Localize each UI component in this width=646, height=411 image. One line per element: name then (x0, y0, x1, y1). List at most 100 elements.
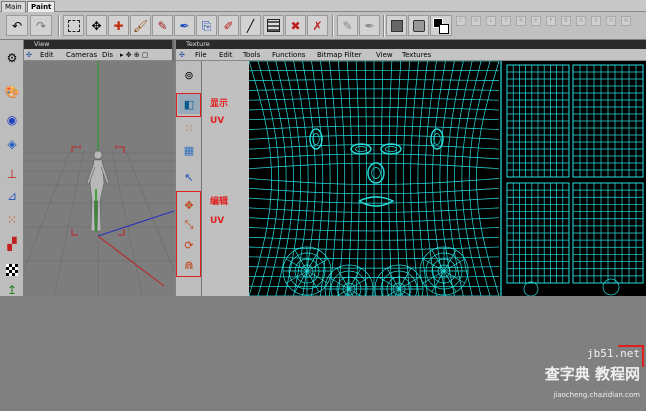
fill-icon (390, 19, 403, 32)
edit-uv-label: 编辑 (210, 197, 229, 207)
material-channel-9[interactable]: S (591, 16, 601, 26)
paint-object-icon: 🎨 (4, 85, 20, 99)
coordinate-icon: ↥ (6, 283, 18, 297)
material-channel-7[interactable]: B (561, 16, 571, 26)
undo-icon: ↶ (11, 18, 23, 33)
checker-icon (6, 264, 18, 276)
texture-menu-view[interactable]: View (376, 49, 393, 61)
uv-points-icon: ⁙ (184, 121, 194, 135)
fill-button[interactable] (386, 15, 407, 36)
move-icon: ✚ (113, 18, 124, 33)
view-nav-arrows-icon[interactable]: ▸ ✥ ⊕ ▢ (120, 49, 149, 61)
material-channel-2[interactable]: L (486, 16, 496, 26)
airbrush-button[interactable]: ✒ (174, 15, 195, 36)
line-button[interactable]: ╱ (240, 15, 261, 36)
uv-brush-icon: ⊚ (184, 68, 194, 82)
main-toolbar: ↶ ↷ ✥ ✚ 🖌 ✎ ✒ ⎘ ✐ ╱ ✖ ✗ ✎ ✒ CDLTREFBAS D… (0, 12, 646, 40)
airbrush-icon: ✒ (179, 18, 190, 33)
axis-tool-button[interactable]: ⊥ (2, 164, 22, 184)
tab-main[interactable]: Main (1, 1, 26, 12)
edit-uv-highlight (176, 191, 201, 277)
material-channel-3[interactable]: T (501, 16, 511, 26)
material-channel-10[interactable]: D (606, 16, 616, 26)
texture-menu-tools[interactable]: Tools (243, 49, 260, 61)
cursor-icon: ↖ (184, 170, 194, 184)
crossed-brush-button[interactable]: ✖ (285, 15, 306, 36)
edit-uv-label-2: UV (210, 216, 225, 226)
crossed-brush-icon: ✖ (290, 18, 301, 33)
texture-icon: ▞ (7, 237, 17, 251)
scale-tool-button[interactable]: ⊿ (2, 186, 22, 206)
texture-menu-bitmap-filter[interactable]: Bitmap Filter (317, 49, 362, 61)
color-swatch-icon (433, 17, 449, 34)
texture-view-button[interactable] (263, 15, 284, 36)
polygon-icon: ◉ (6, 113, 18, 127)
view-menu-display[interactable]: Dis (102, 49, 113, 61)
uv-points-button[interactable]: ⁙ (178, 118, 200, 138)
show-uv-highlight (176, 93, 201, 117)
texture-menu-textures[interactable]: Textures (402, 49, 431, 61)
paint-brush-button[interactable]: 🖌 (130, 15, 151, 36)
gear-icon: ⚙ (6, 51, 18, 65)
view-menu-edit[interactable]: Edit (40, 49, 54, 61)
texture-menu-file[interactable]: File (195, 49, 207, 61)
texture-menu-icon[interactable]: ✣ (179, 49, 185, 61)
texture-tool-button[interactable]: ▞ (2, 234, 22, 254)
watermark: jb51.net 查字典 教程网 jiaocheng.chazidian.com (508, 345, 644, 409)
line-icon: ╱ (246, 18, 255, 33)
mode-tab-bar: Main Paint (0, 0, 646, 12)
clone-stamp-button[interactable]: ⎘ (196, 15, 217, 36)
edge-tool-button[interactable]: ◈ (2, 134, 22, 154)
scale-icon: ⊿ (6, 189, 18, 203)
material-channel-4[interactable]: R (516, 16, 526, 26)
paint-object-button[interactable]: 🎨 (2, 82, 22, 102)
disabled-brush-button[interactable]: ✎ (337, 15, 358, 36)
record-icon (412, 19, 425, 32)
color-swatch-button[interactable] (430, 15, 452, 36)
uv-brush-button[interactable]: ⊚ (178, 65, 200, 85)
uv-mesh-canvas[interactable] (249, 61, 646, 296)
watermark-url: jiaocheng.chazidian.com (553, 391, 640, 399)
uv-select-button[interactable]: ↖ (178, 167, 200, 187)
pipette-icon: ✐ (223, 18, 234, 33)
material-channel-8[interactable]: A (576, 16, 586, 26)
selection-rect-button[interactable] (63, 15, 84, 36)
crossed-airbrush-button[interactable]: ✗ (307, 15, 328, 36)
texture-view-icon (267, 19, 280, 32)
polygon-tool-button[interactable]: ◉ (2, 110, 22, 130)
points-icon: ⁙ (6, 213, 18, 227)
points-tool-button[interactable]: ⁙ (2, 210, 22, 230)
empty-workspace: jb51.net 查字典 教程网 jiaocheng.chazidian.com (0, 296, 646, 411)
tab-paint[interactable]: Paint (27, 1, 56, 12)
material-channel-5[interactable]: E (531, 16, 541, 26)
show-uv-label: 显示 (210, 99, 229, 109)
edge-icon: ◈ (7, 137, 17, 151)
3d-viewport[interactable] (24, 61, 174, 296)
texture-menu-functions[interactable]: Functions (272, 49, 305, 61)
record-button[interactable] (408, 15, 429, 36)
undo-button[interactable]: ↶ (6, 15, 28, 36)
texture-menu-edit[interactable]: Edit (219, 49, 233, 61)
redo-icon: ↷ (35, 18, 47, 33)
view-menu-cameras[interactable]: Cameras (66, 49, 97, 61)
eraser-button[interactable]: ✎ (152, 15, 173, 36)
material-channel-1[interactable]: D (471, 16, 481, 26)
material-channel-11[interactable]: N (621, 16, 631, 26)
checker-tool-button[interactable] (2, 260, 22, 280)
disabled-airbrush-button[interactable]: ✒ (359, 15, 380, 36)
crossed-airbrush-icon: ✗ (312, 18, 323, 33)
material-channel-6[interactable]: F (546, 16, 556, 26)
gear-tool-button[interactable]: ⚙ (2, 48, 22, 68)
uv-polygons-button[interactable]: ▦ (178, 140, 200, 160)
move-brush-icon: ✥ (91, 18, 102, 33)
redo-button[interactable]: ↷ (30, 15, 52, 36)
material-channel-0[interactable]: C (456, 16, 466, 26)
pipette-button[interactable]: ✐ (218, 15, 239, 36)
view-panel-title: View (24, 40, 172, 49)
view-menu-icon[interactable]: ✣ (26, 49, 32, 61)
disabled-brush-icon: ✎ (342, 18, 353, 33)
move-button[interactable]: ✚ (108, 15, 129, 36)
move-brush-button[interactable]: ✥ (86, 15, 107, 36)
axis-icon: ⊥ (6, 167, 18, 181)
view-panel: View ✣ Edit Cameras Dis ▸ ✥ ⊕ ▢ (24, 40, 174, 296)
